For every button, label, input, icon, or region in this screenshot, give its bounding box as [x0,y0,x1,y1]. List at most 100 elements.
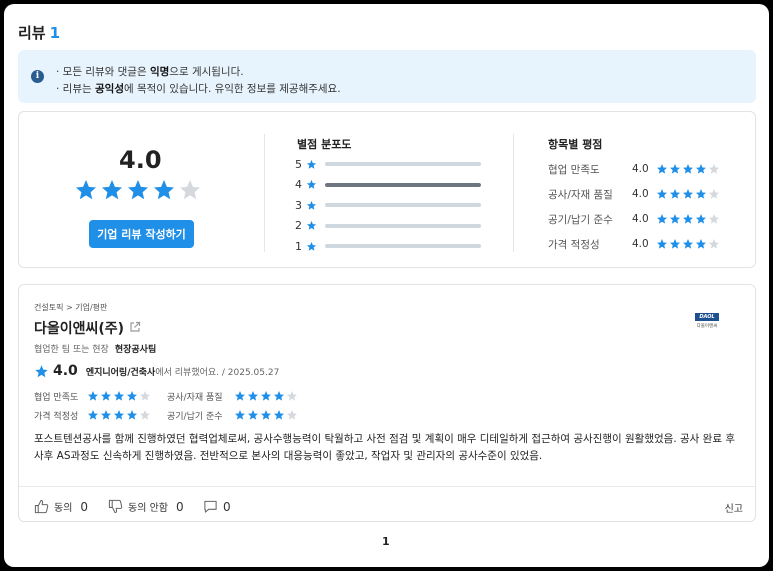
category-label: 가격 적정성 [548,238,600,251]
star-icon [101,410,111,420]
distribution-bar [325,223,481,228]
star-icon [696,164,706,174]
star-icon [274,410,284,420]
pagination-current-page[interactable]: 1 [382,535,390,548]
overall-stars [74,178,204,206]
notice-line-2-bold: 공익성 [95,83,124,95]
star-icon [261,410,271,420]
star-icon [235,410,245,420]
breadcrumb[interactable]: 건설토픽 > 기업/평판 [34,302,107,313]
distribution-star-level: 1 [295,239,302,253]
category-value: 4.0 [632,238,649,250]
distribution-row: 4 [295,178,481,192]
team-value: 현장공사팀 [114,345,157,355]
notice-line-1-bold: 익명 [149,66,170,78]
rating-summary: 4.0 기업 리뷰 작성하기 별점 분포도 5 4 3 2 1 항목별 평점 협업 만족… [18,111,756,268]
review-date: 에서 리뷰했어요. / 2025.05.27 [155,367,280,378]
star-icon [306,241,317,251]
sub-rating: 공기/납기 준수 [167,409,299,422]
star-icon [128,180,148,200]
company-name[interactable]: 다올이앤씨(주) [34,318,124,338]
notice-banner: i · 모든 리뷰와 댓글은 익명으로 게시됩니다. · 리뷰는 공익성에 목적… [18,50,756,103]
page-title: 리뷰 1 [18,22,60,43]
star-icon [88,410,98,420]
star-icon [35,364,48,377]
comment-button[interactable]: 0 [203,499,231,514]
star-icon [140,391,150,401]
star-icon [306,220,317,230]
logo-text: 다올이앤씨 [696,324,718,329]
star-icon [306,159,317,169]
distribution-row: 3 [295,198,481,212]
disagree-button[interactable]: 동의 안함 0 [108,499,184,514]
notice-line-2: · 리뷰는 공익성에 목적이 있습니다. 유익한 정보를 제공해주세요. [56,81,341,96]
category-rating-row: 공사/자재 품질 4.0 [548,187,721,201]
star-icon [709,214,719,224]
review-count: 1 [49,24,61,42]
company-logo: DAOL 다올이앤씨 [691,313,723,335]
star-icon [140,410,150,420]
distribution-bar [325,203,481,207]
external-link-icon[interactable] [129,321,141,333]
report-button[interactable]: 신고 [725,500,743,515]
distribution-row: 2 [295,219,481,233]
review-score: 4.0 [53,363,78,379]
star-icon [102,180,122,200]
team-label: 협업한 팀 또는 현장 [34,345,109,355]
star-icon [248,391,258,401]
distribution-bar [325,162,481,166]
page-title-text: 리뷰 [18,24,46,42]
star-icon [657,189,667,199]
star-icon [154,180,174,200]
star-icon [683,239,693,249]
star-icon [248,410,258,420]
star-icon [76,180,96,200]
agree-button[interactable]: 동의 0 [34,499,88,514]
star-icon [306,179,317,189]
divider [513,134,514,252]
star-icon [274,391,284,401]
notice-line-2-post: 에 목적이 있습니다. 유익한 정보를 제공해주세요. [123,83,341,95]
sub-rating-stars [234,390,299,402]
star-icon [114,391,124,401]
review-card: 건설토픽 > 기업/평판 다올이앤씨(주) DAOL 다올이앤씨 협업한 팀 또… [18,284,756,522]
sub-rating-stars [87,390,152,402]
distribution-row: 5 [295,157,481,171]
star-icon [657,214,667,224]
star-icon [657,239,667,249]
star-icon [670,164,680,174]
team-info: 협업한 팀 또는 현장 현장공사팀 [34,342,156,355]
star-icon [709,164,719,174]
comment-icon [204,500,217,513]
category-value: 4.0 [632,213,649,225]
reviewer-type: 엔지니어링/건축사 [85,367,156,378]
thumbs-down-icon [108,499,123,514]
star-icon [696,189,706,199]
star-icon [101,391,111,401]
distribution-star-level: 3 [295,198,302,212]
sub-rating-label: 공기/납기 준수 [167,411,223,422]
star-icon [696,239,706,249]
sub-rating: 가격 적정성 [34,409,152,422]
distribution-row: 1 [295,239,481,253]
category-label: 공기/납기 준수 [548,213,613,226]
logo-mark: DAOL [695,313,719,321]
notice-line-1: · 모든 리뷰와 댓글은 익명으로 게시됩니다. [56,64,244,79]
star-icon [127,391,137,401]
review-body: 포스트텐션공사를 함께 진행하였던 협력업체로써, 공사수행능력이 탁월하고 사… [34,433,735,462]
write-review-button[interactable]: 기업 리뷰 작성하기 [89,220,194,248]
star-icon [670,239,680,249]
notice-line-1-post: 으로 게시됩니다. [169,66,244,78]
thumbs-up-icon [34,499,49,514]
sub-rating-stars [87,409,152,421]
star-icon [670,189,680,199]
distribution-bar [325,182,481,187]
divider [264,134,265,252]
category-rating-row: 공기/납기 준수 4.0 [548,212,721,226]
category-label: 협업 만족도 [548,163,600,176]
star-icon [114,410,124,420]
agree-label: 동의 [54,503,73,514]
star-icon [670,214,680,224]
category-rating-row: 협업 만족도 4.0 [548,162,721,176]
sub-rating-stars [234,409,299,421]
